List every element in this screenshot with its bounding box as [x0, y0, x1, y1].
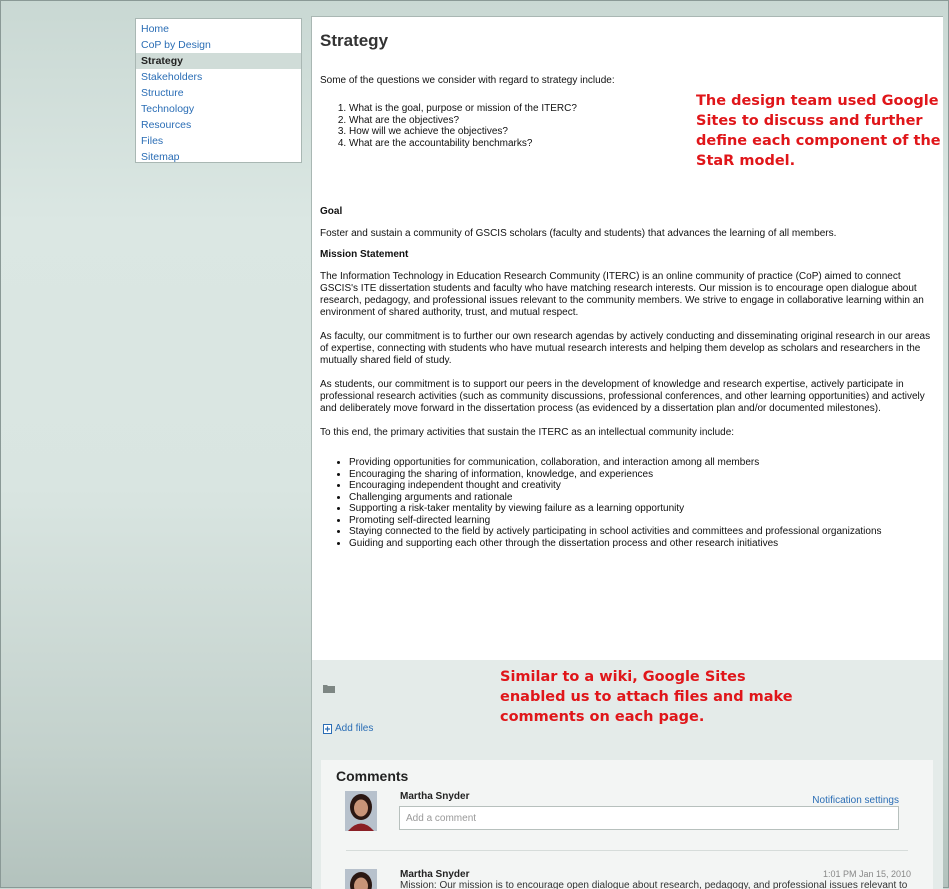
notification-settings-link[interactable]: Notification settings: [812, 795, 899, 806]
goal-text: Foster and sustain a community of GSCIS …: [320, 228, 938, 240]
list-item: Guiding and supporting each other throug…: [349, 538, 938, 550]
page-title: Strategy: [320, 31, 388, 51]
sidebar-item-sitemap[interactable]: Sitemap: [136, 149, 301, 165]
add-files-button[interactable]: Add files: [323, 723, 373, 734]
add-files-label: Add files: [335, 723, 373, 734]
comment-timestamp: 1:01 PM Jan 15, 2010: [823, 869, 911, 879]
comment-input[interactable]: [406, 808, 886, 828]
avatar-photo-icon: [345, 869, 377, 889]
mission-text: The Information Technology in Education …: [320, 271, 938, 319]
comments-title: Comments: [336, 768, 408, 784]
annotation-google-sites-design: The design team used Google Sites to dis…: [696, 91, 943, 171]
intro-text: Some of the questions we consider with r…: [320, 75, 938, 87]
list-item: Challenging arguments and rationale: [349, 492, 938, 504]
list-item: Staying connected to the field by active…: [349, 526, 938, 538]
goal-heading: Goal: [320, 206, 938, 218]
list-item: Encouraging independent thought and crea…: [349, 480, 938, 492]
comments-divider: [346, 850, 908, 851]
avatar-photo-icon: [345, 791, 377, 831]
faculty-commitment-text: As faculty, our commitment is to further…: [320, 331, 938, 367]
add-file-icon: [323, 724, 332, 734]
activities-list: Providing opportunities for communicatio…: [320, 457, 938, 549]
avatar: [345, 791, 377, 831]
sidebar-item-home[interactable]: Home: [136, 21, 301, 37]
sidebar-item-cop-by-design[interactable]: CoP by Design: [136, 37, 301, 53]
activities-intro-text: To this end, the primary activities that…: [320, 427, 938, 439]
list-item: Promoting self-directed learning: [349, 515, 938, 527]
avatar: [345, 869, 377, 889]
sidebar-item-strategy[interactable]: Strategy: [136, 53, 301, 69]
comment-input-box[interactable]: [399, 806, 899, 830]
sidebar-item-technology[interactable]: Technology: [136, 101, 301, 117]
annotation-wiki-comments: Similar to a wiki, Google Sites enabled …: [500, 667, 800, 727]
list-item: Supporting a risk-taker mentality by vie…: [349, 503, 938, 515]
sidebar-nav: Home CoP by Design Strategy Stakeholders…: [135, 18, 302, 163]
mission-heading: Mission Statement: [320, 249, 938, 261]
sidebar-item-files[interactable]: Files: [136, 133, 301, 149]
sidebar-item-stakeholders[interactable]: Stakeholders: [136, 69, 301, 85]
comment-author: Martha Snyder: [400, 791, 469, 802]
students-commitment-text: As students, our commitment is to suppor…: [320, 379, 938, 415]
comment-author: Martha Snyder: [400, 869, 469, 880]
sidebar-item-structure[interactable]: Structure: [136, 85, 301, 101]
sidebar-item-resources[interactable]: Resources: [136, 117, 301, 133]
list-item: Providing opportunities for communicatio…: [349, 457, 938, 469]
folder-icon[interactable]: [323, 684, 335, 693]
list-item: Encouraging the sharing of information, …: [349, 469, 938, 481]
main-content: Strategy Some of the questions we consid…: [311, 16, 943, 889]
comments-panel: Comments Martha Snyder Notification sett…: [321, 760, 933, 889]
